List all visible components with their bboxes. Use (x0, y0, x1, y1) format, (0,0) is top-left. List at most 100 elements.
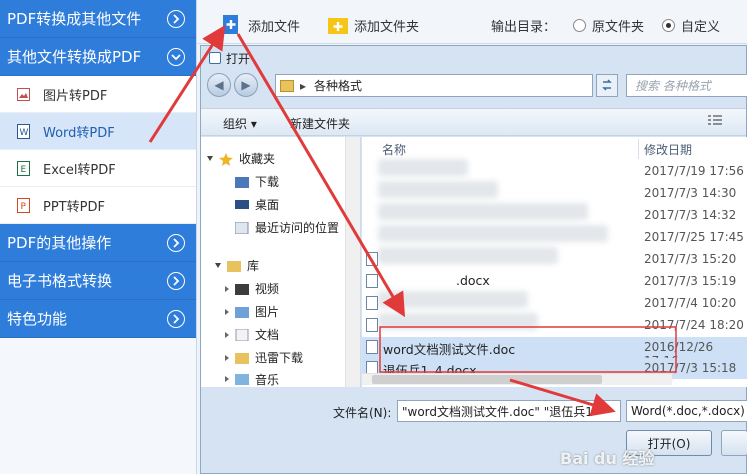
tree-scrollbar[interactable] (345, 137, 360, 387)
section-label: PDF转换成其他文件 (7, 10, 142, 28)
file-row[interactable]: 2017/7/4 10:20 (362, 293, 747, 314)
tree-thunder-downloads[interactable]: 迅雷下载 (225, 349, 303, 366)
filename-input[interactable]: "word文档测试文件.doc" "退伍兵1 (397, 400, 621, 422)
sidebar-item-image-to-pdf[interactable]: 图片转PDF (0, 76, 196, 113)
column-header-name[interactable]: 名称 (382, 141, 406, 158)
organize-label: 组织 (223, 117, 248, 131)
tree-pictures[interactable]: 图片 (225, 303, 279, 320)
add-file-icon (221, 14, 243, 36)
section-special-features[interactable]: 特色功能 (0, 300, 196, 338)
radio-source-folder[interactable]: 原文件夹 (573, 16, 644, 35)
section-ebook-convert[interactable]: 电子书格式转换 (0, 262, 196, 300)
scrollbar-thumb[interactable] (372, 375, 602, 384)
section-other-to-pdf[interactable]: 其他文件转换成PDF (0, 38, 196, 76)
excel-icon: E (17, 160, 30, 176)
tree-favorites[interactable]: 收藏夹 (207, 150, 275, 167)
sidebar-item-word-to-pdf[interactable]: W Word转PDF (0, 113, 196, 150)
documents-icon (235, 328, 249, 341)
filetype-select[interactable]: Word(*.doc,*.docx) (626, 400, 747, 422)
open-file-dialog: 打开 ◀ ▶ ▸ 各种格式 搜索 各种格式 组织 ▾ 新建文件夹 收藏夹 下载 (200, 45, 747, 474)
address-text: 各种格式 (314, 79, 363, 93)
organize-button[interactable]: 组织 ▾ (223, 115, 257, 132)
back-button[interactable]: ◀ (207, 73, 231, 97)
add-folder-icon (327, 14, 349, 36)
command-bar: 组织 ▾ 新建文件夹 (201, 108, 746, 136)
tree-label: 收藏夹 (239, 152, 276, 166)
add-file-button[interactable]: 添加文件 (221, 14, 300, 36)
chevron-right-icon (167, 234, 185, 252)
tree-music[interactable]: 音乐 (225, 372, 279, 386)
sidebar-item-ppt-to-pdf[interactable]: P PPT转PDF (0, 187, 196, 224)
file-row[interactable]: 2017/7/3 14:32 (362, 205, 747, 226)
address-bar[interactable]: ▸ 各种格式 (275, 74, 593, 97)
tree-recent-places[interactable]: 最近访问的位置 (234, 219, 340, 236)
refresh-icon (602, 79, 612, 91)
star-icon (219, 152, 233, 166)
file-list: 名称 修改日期 2017/7/19 17:56 2017/7/3 14:30 2… (362, 137, 747, 387)
cancel-button[interactable] (721, 430, 747, 456)
svg-text:P: P (21, 202, 27, 212)
arrow-left-icon: ◀ (214, 78, 224, 92)
tree-desktop[interactable]: 桌面 (235, 196, 279, 213)
sidebar-item-label: Word转PDF (43, 125, 115, 141)
collapse-arrow-icon (225, 331, 229, 338)
forward-button[interactable]: ▶ (234, 73, 258, 97)
file-date: 2017/7/3 14:32 (644, 208, 737, 222)
thunder-download-icon (235, 352, 249, 364)
sidebar-item-excel-to-pdf[interactable]: E Excel转PDF (0, 150, 196, 187)
tree-downloads[interactable]: 下载 (235, 173, 279, 190)
search-placeholder: 搜索 各种格式 (635, 79, 711, 93)
section-pdf-to-other[interactable]: PDF转换成其他文件 (0, 0, 196, 38)
view-options-icon[interactable] (708, 115, 722, 127)
radio-circle-selected (662, 19, 675, 32)
file-date: 2017/7/24 18:20 (644, 318, 744, 332)
search-input[interactable]: 搜索 各种格式 (626, 74, 747, 97)
radio-label: 原文件夹 (592, 20, 645, 35)
tree-documents[interactable]: 文档 (225, 326, 279, 343)
file-row[interactable]: 2017/7/3 14:30 (362, 183, 747, 204)
tree-label: 文档 (255, 328, 280, 342)
file-row[interactable]: 2017/7/19 17:56 (362, 161, 747, 182)
tree-label: 桌面 (255, 198, 280, 212)
tree-library[interactable]: 库 (215, 257, 259, 274)
file-row[interactable]: 2017/7/24 18:20 (362, 315, 747, 336)
column-divider (638, 139, 639, 159)
sidebar-item-label: PPT转PDF (43, 199, 105, 215)
add-folder-label: 添加文件夹 (354, 19, 420, 35)
document-icon (366, 274, 378, 288)
dialog-title: 打开 (226, 51, 251, 66)
image-icon (17, 87, 30, 102)
tree-videos[interactable]: 视频 (225, 280, 279, 297)
radio-custom[interactable]: 自定义 (662, 16, 720, 35)
ppt-icon: P (17, 197, 30, 213)
output-dir-label: 输出目录： (491, 20, 557, 35)
expand-arrow-icon (207, 156, 213, 161)
file-date: 2017/7/3 14:30 (644, 186, 737, 200)
tree-label: 最近访问的位置 (255, 221, 340, 235)
svg-text:W: W (20, 128, 29, 138)
download-folder-icon (235, 176, 249, 188)
navigation-bar: ◀ ▶ ▸ 各种格式 搜索 各种格式 (201, 70, 747, 102)
refresh-button[interactable] (596, 74, 618, 97)
file-name: .docx (456, 273, 490, 288)
radio-label: 自定义 (681, 20, 721, 35)
file-row[interactable]: 2017/7/3 15:20 (362, 249, 747, 270)
filename-label: 文件名(N): (333, 406, 392, 420)
add-folder-button[interactable]: 添加文件夹 (327, 14, 419, 36)
sidebar-item-label: Excel转PDF (43, 162, 116, 178)
section-pdf-other-ops[interactable]: PDF的其他操作 (0, 224, 196, 262)
new-folder-button[interactable]: 新建文件夹 (290, 115, 350, 132)
filename-bar: 文件名(N): "word文档测试文件.doc" "退伍兵1 Word(*.do… (201, 394, 747, 474)
file-row-selected[interactable]: word文档测试文件.doc 2016/12/26 17:16 (362, 337, 747, 368)
horizontal-scrollbar[interactable] (362, 373, 672, 385)
word-icon: W (17, 123, 30, 139)
dialog-titlebar: 打开 (201, 46, 746, 70)
section-label: 其他文件转换成PDF (7, 48, 142, 66)
add-file-label: 添加文件 (248, 19, 301, 35)
tree-label: 下载 (255, 175, 280, 189)
file-row[interactable]: .docx 2017/7/3 15:19 (362, 271, 747, 292)
expand-arrow-icon (215, 263, 221, 268)
column-header-date[interactable]: 修改日期 (644, 141, 692, 158)
filename-value: "word文档测试文件.doc" "退伍兵1 (402, 404, 593, 419)
file-row[interactable]: 2017/7/25 17:45 (362, 227, 747, 248)
